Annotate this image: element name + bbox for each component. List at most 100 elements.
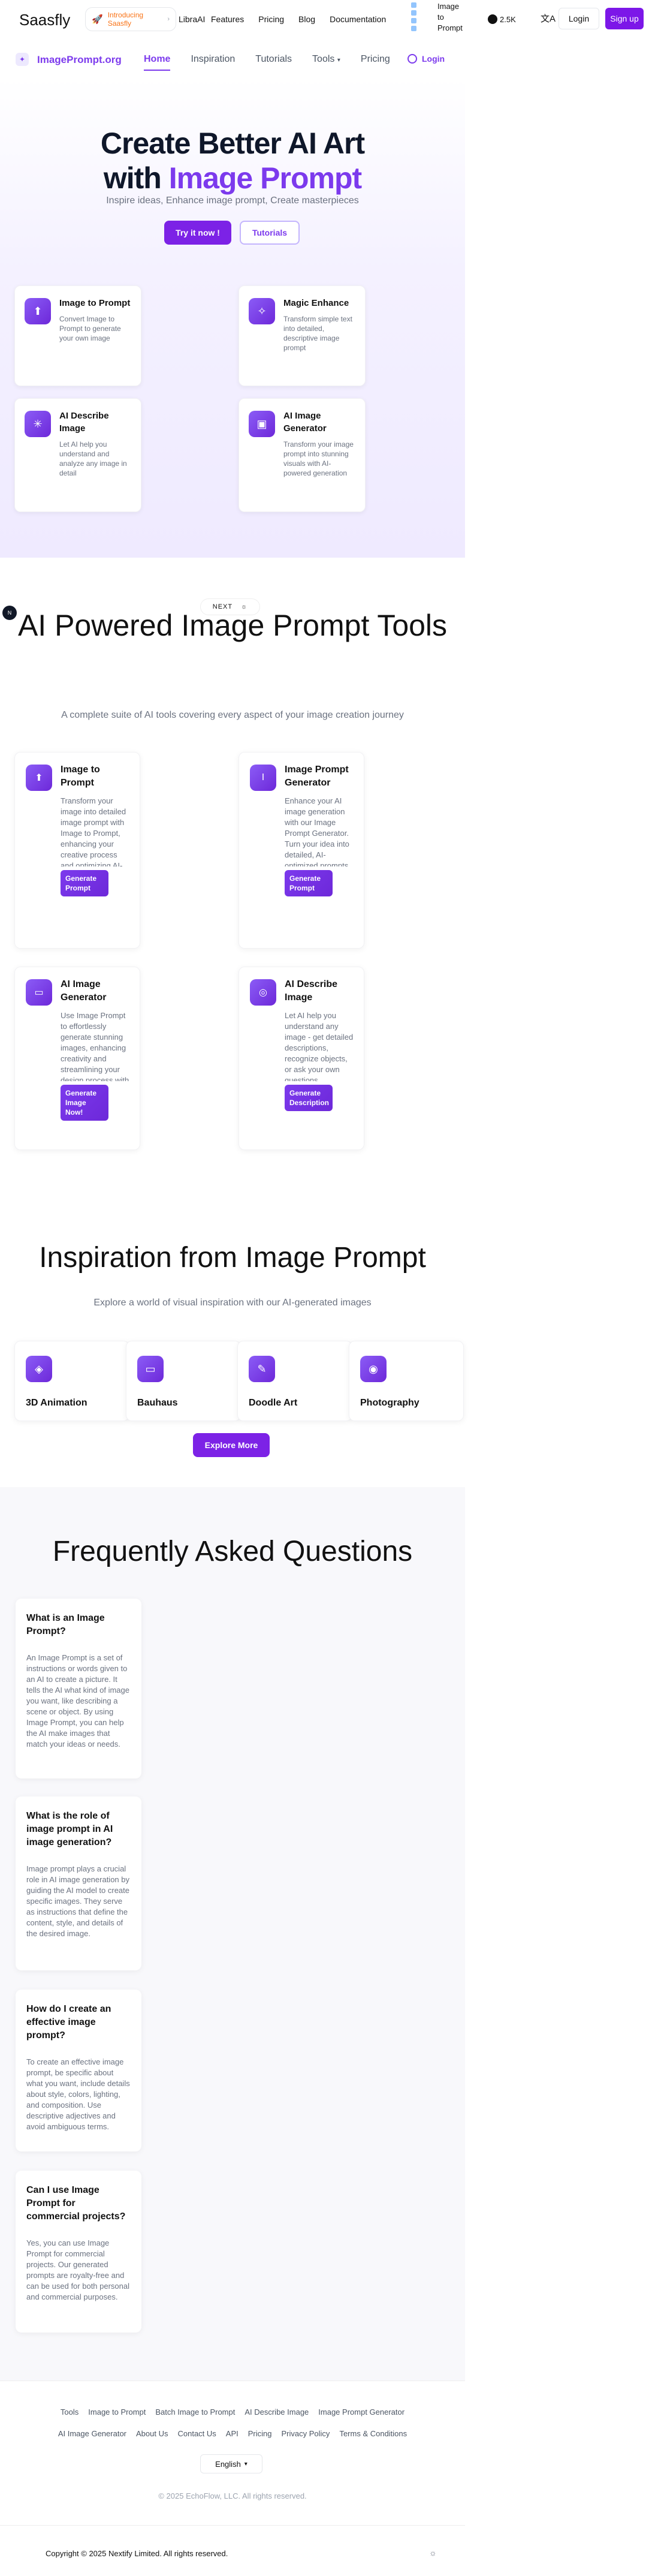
target-icon: ◎ [250,979,276,1006]
try-it-now-button[interactable]: Try it now ! [164,221,231,245]
hero-card-title: AI Image Generator [283,411,327,434]
faq-question: How do I create an effective image promp… [26,2004,111,2041]
faq-answer: Image prompt plays a crucial role in AI … [26,1864,130,1938]
theme-toggle-icon[interactable]: ☼ [429,2548,437,2557]
nav-documentation[interactable]: Documentation [330,14,386,24]
hero-card-image-to-prompt[interactable]: ⬆ Image to Prompt Convert Image to Promp… [14,285,141,386]
hero-card-title: AI Describe Image [59,411,109,434]
image-upload-icon: ⬆ [25,298,51,324]
faq-answer: To create an effective image prompt, be … [26,2057,130,2131]
generate-prompt-button[interactable]: Generate Prompt [285,870,333,896]
image-upload-icon: ⬆ [26,765,52,791]
hero-section: Create Better AI Art with Image Prompt I… [0,78,465,558]
introducing-text: Introducing Saasfly [107,11,144,28]
faq-question: What is an Image Prompt? [26,1613,105,1636]
hero-subtitle: Inspire ideas, Enhance image prompt, Cre… [106,195,359,206]
footer-link[interactable]: Tools [61,2408,79,2416]
imageprompt-logo-icon[interactable]: ✦ [16,53,29,66]
bottom-copyright: Copyright © 2025 Nextify Limited. All ri… [46,2549,228,2558]
site-nav: ✦ ImagePrompt.org Home Inspiration Tutor… [0,40,465,78]
user-circle-icon [407,54,417,64]
hero-card-magic-enhance[interactable]: ✧ Magic Enhance Transform simple text in… [239,285,366,386]
brand-logo[interactable]: Saasfly [19,11,70,29]
tool-card-ai-describe-image[interactable]: ◎ AI Describe Image Let AI help you unde… [239,967,364,1150]
tool-card-desc: Let AI help you understand any image - g… [285,1011,354,1081]
github-stars-button[interactable]: 2.5K [488,11,516,28]
generate-prompt-button[interactable]: Generate Prompt [61,870,108,896]
footer-link[interactable]: Image Prompt Generator [318,2408,404,2416]
footer-divider [0,2525,465,2526]
site-brand[interactable]: ImagePrompt.org [37,54,122,66]
nav-libra-ai[interactable]: Libra AI [179,0,206,38]
hero-card-ai-image-generator[interactable]: ▣ AI Image Generator Transform your imag… [239,398,366,512]
introducing-pill[interactable]: 🚀 Introducing Saasfly › [85,7,176,31]
footer-links-row2: AI Image Generator About Us Contact Us A… [0,2429,465,2438]
hero-title-line2: with Image Prompt [0,161,465,195]
footer-link[interactable]: Image to Prompt [88,2408,146,2416]
tool-card-desc: Enhance your AI image generation with ou… [285,796,351,866]
rocket-icon: 🚀 [92,14,103,25]
explore-more-button[interactable]: Explore More [193,1433,270,1457]
faq-item: How do I create an effective image promp… [16,1990,141,2151]
footer-link[interactable]: About Us [136,2429,168,2438]
signup-button[interactable]: Sign up [605,8,644,29]
pencil-icon: ✎ [249,1356,275,1382]
nav-pricing-sub[interactable]: Pricing [361,54,390,65]
footer-link[interactable]: Privacy Policy [282,2429,330,2438]
footer-link[interactable]: API [226,2429,239,2438]
nav-pricing[interactable]: Pricing [258,14,284,24]
inspiration-card-doodle-art[interactable]: ✎ Doodle Art [237,1341,352,1421]
generate-image-button[interactable]: Generate Image Now! [61,1085,108,1121]
faq-item: What is an Image Prompt? An Image Prompt… [16,1599,141,1778]
hero-card-desc: Transform simple text into detailed, des… [283,315,352,352]
chevron-right-icon: › [167,16,170,23]
generate-description-button[interactable]: Generate Description [285,1085,333,1111]
cursor-icon: I [250,765,276,791]
faq-question: Can I use Image Prompt for commercial pr… [26,2185,126,2222]
login-button[interactable]: Login [559,8,599,29]
image-icon [411,2,416,8]
hero-title-highlight: Image Prompt [168,161,362,195]
tutorials-button[interactable]: Tutorials [240,221,300,245]
faq-item: What is the role of image prompt in AI i… [16,1796,141,1970]
tool-card-image-prompt-generator[interactable]: I Image Prompt Generator Enhance your AI… [239,752,364,949]
inspiration-card-bauhaus[interactable]: ▭ Bauhaus [126,1341,241,1421]
footer-link[interactable]: Terms & Conditions [339,2429,407,2438]
nav-features[interactable]: Features [211,14,244,24]
faq-answer: An Image Prompt is a set of instructions… [26,1653,129,1749]
hero-card-desc: Convert Image to Prompt to generate your… [59,315,121,342]
hero-card-ai-describe-image[interactable]: ✳ AI Describe Image Let AI help you unde… [14,398,141,512]
top-nav: Features Pricing Blog Documentation [211,14,386,24]
describe-icon: ✳ [25,411,51,437]
translate-icon[interactable]: 文A [541,12,556,25]
site-login-button[interactable]: Login [407,54,445,64]
site-login-label: Login [422,54,445,64]
inspiration-card-title: Doodle Art [249,1398,298,1408]
nav-image-to-prompt[interactable]: Image to Prompt [437,1,467,34]
language-select[interactable]: English ▾ [200,2454,262,2473]
inspiration-card-photography[interactable]: ◉ Photography [349,1341,464,1421]
footer-link[interactable]: Batch Image to Prompt [155,2408,235,2416]
footer-link[interactable]: Contact Us [177,2429,216,2438]
inspiration-card-title: Photography [360,1398,419,1408]
faq-item: Can I use Image Prompt for commercial pr… [16,2171,141,2333]
site-nav-links: Home Inspiration Tutorials Tools ▾ Prici… [144,54,390,71]
tool-card-title: AI Image Generator [61,979,107,1003]
footer-link[interactable]: Pricing [248,2429,272,2438]
faq-question: What is the role of image prompt in AI i… [26,1811,113,1847]
nav-tools[interactable]: Tools ▾ [312,54,340,65]
tool-card-ai-image-generator[interactable]: ▭ AI Image Generator Use Image Prompt to… [14,967,140,1150]
tool-card-title: Image to Prompt [61,765,100,788]
inspiration-card-3d-animation[interactable]: ◈ 3D Animation [14,1341,129,1421]
footer-link[interactable]: AI Describe Image [244,2408,309,2416]
tool-card-image-to-prompt[interactable]: ⬆ Image to Prompt Transform your image i… [14,752,140,949]
libra-line2: AI [197,14,206,24]
inspiration-card-title: 3D Animation [26,1398,87,1408]
footer-link[interactable]: AI Image Generator [58,2429,126,2438]
nav-blog[interactable]: Blog [298,14,315,24]
nav-tutorials[interactable]: Tutorials [255,54,292,65]
hero-title-prefix: with [103,161,162,195]
hero-card-title: Magic Enhance [283,298,349,308]
nav-home[interactable]: Home [144,54,171,71]
nav-inspiration[interactable]: Inspiration [191,54,235,65]
